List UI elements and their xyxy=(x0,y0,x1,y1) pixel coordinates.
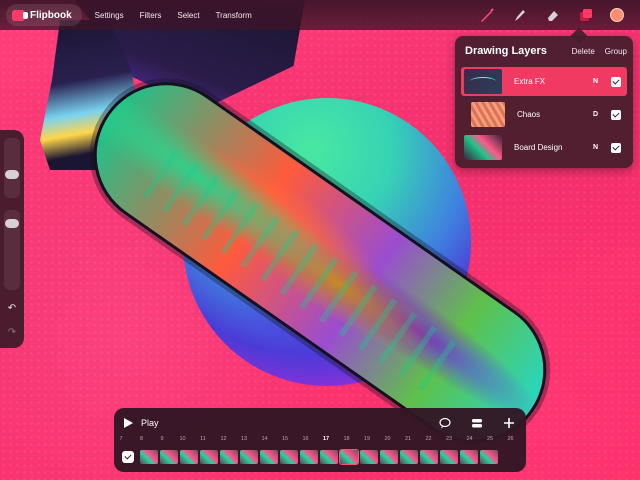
blend-mode-button[interactable]: N xyxy=(593,144,605,151)
play-icon[interactable] xyxy=(124,418,133,428)
timeline-header: Play xyxy=(124,414,516,432)
layer-visibility-checkbox[interactable] xyxy=(611,76,621,87)
onion-skin-checkbox[interactable] xyxy=(122,451,134,463)
smudge-icon[interactable] xyxy=(511,6,529,24)
animation-timeline: Play 7 8 9 10 11 12 13 14 15 16 17 18 19 20 21 22 23 24 25… xyxy=(114,408,526,472)
blend-mode-button[interactable]: D xyxy=(593,111,605,118)
color-swatch[interactable] xyxy=(610,8,624,22)
frame-number: 9 xyxy=(160,436,164,442)
tool-group xyxy=(478,6,624,24)
frame-thumbnail[interactable] xyxy=(300,450,318,464)
delete-layer-button[interactable]: Delete xyxy=(572,47,595,56)
menu-settings[interactable]: Settings xyxy=(95,11,124,20)
layer-name: Board Design xyxy=(514,143,563,152)
layers-header: Drawing Layers Delete Group xyxy=(465,45,627,57)
frame-number: 11 xyxy=(200,436,206,442)
group-layers-button[interactable]: Group xyxy=(605,47,627,56)
frame-number: 22 xyxy=(425,436,432,442)
layer-visibility-checkbox[interactable] xyxy=(611,142,621,153)
frame-thumbnail[interactable] xyxy=(400,450,418,464)
layer-name: Chaos xyxy=(517,110,541,119)
layer-name: Extra FX xyxy=(514,77,546,86)
frame-thumbnail[interactable] xyxy=(480,450,498,464)
frame-options-icon[interactable] xyxy=(470,416,484,430)
brush-opacity-handle[interactable] xyxy=(5,219,19,228)
layers-panel: Drawing Layers Delete Group Extra FX N C… xyxy=(455,36,633,168)
frame-thumbnail[interactable] xyxy=(200,450,218,464)
frame-number: 27 xyxy=(524,436,526,442)
comment-icon[interactable] xyxy=(438,416,452,430)
frame-thumbnail[interactable] xyxy=(320,450,338,464)
frame-number: 19 xyxy=(363,436,371,442)
brush-icon[interactable] xyxy=(478,6,496,24)
layers-icon[interactable] xyxy=(577,6,595,24)
frame-number: 14 xyxy=(261,436,268,442)
frame-number: 24 xyxy=(466,436,473,442)
frame-thumbnail[interactable] xyxy=(339,449,359,465)
layer-thumbnail xyxy=(464,135,502,160)
frame-thumbnail[interactable] xyxy=(180,450,198,464)
layer-thumbnail xyxy=(471,102,505,127)
layers-title: Drawing Layers xyxy=(465,45,547,57)
layer-thumbnail xyxy=(464,69,502,94)
frame-number: 15 xyxy=(281,436,289,442)
layer-visibility-checkbox[interactable] xyxy=(611,109,621,120)
frame-number: 16 xyxy=(302,436,309,442)
frame-thumbnail[interactable] xyxy=(220,450,238,464)
frame-thumbnail[interactable] xyxy=(460,450,478,464)
blend-mode-button[interactable]: N xyxy=(593,78,605,85)
frame-thumbnail[interactable] xyxy=(380,450,398,464)
frame-thumbnail[interactable] xyxy=(240,450,258,464)
menu-filters[interactable]: Filters xyxy=(140,11,162,20)
frame-number: 18 xyxy=(343,436,350,442)
app-menu-button[interactable]: Flipbook xyxy=(6,4,82,26)
top-toolbar: Flipbook Settings Filters Select Transfo… xyxy=(0,0,640,30)
frame-number: 8 xyxy=(139,436,144,442)
frame-number: 10 xyxy=(179,436,186,442)
menu-select[interactable]: Select xyxy=(177,11,199,20)
frame-number: 26 xyxy=(507,436,514,442)
layer-row[interactable]: Extra FX N xyxy=(461,67,627,96)
frame-thumbnail[interactable] xyxy=(360,450,378,464)
app-name: Flipbook xyxy=(30,9,72,21)
add-frame-icon[interactable] xyxy=(502,416,516,430)
menu-transform[interactable]: Transform xyxy=(216,11,252,20)
top-menu: Settings Filters Select Transform xyxy=(95,11,252,20)
frame-thumbnail[interactable] xyxy=(260,450,278,464)
frame-number: 17 xyxy=(322,436,330,442)
frame-number: 7 xyxy=(119,436,123,442)
brush-size-slider[interactable] xyxy=(4,138,20,198)
frame-strip[interactable] xyxy=(140,449,498,466)
redo-icon[interactable]: ↷ xyxy=(5,326,19,340)
brush-size-handle[interactable] xyxy=(5,170,19,179)
brush-settings-rail: ↶ ↷ xyxy=(0,130,24,348)
undo-icon[interactable]: ↶ xyxy=(5,302,19,316)
layer-row[interactable]: Board Design N xyxy=(461,133,627,162)
frame-thumbnail[interactable] xyxy=(160,450,178,464)
frame-thumbnail[interactable] xyxy=(420,450,438,464)
flipbook-logo-icon xyxy=(12,9,28,21)
frame-number: 21 xyxy=(404,436,412,442)
frame-number: 20 xyxy=(384,436,391,442)
layer-row[interactable]: Chaos D xyxy=(461,100,627,129)
frame-number: 23 xyxy=(445,436,453,442)
frame-number: 25 xyxy=(486,436,494,442)
frame-ruler[interactable]: 7 8 9 10 11 12 13 14 15 16 17 18 19 20 21 22 23 24 25 26 27 xyxy=(114,435,526,445)
frame-thumbnail[interactable] xyxy=(140,450,158,464)
frame-thumbnail[interactable] xyxy=(440,450,458,464)
frame-thumbnail[interactable] xyxy=(280,450,298,464)
frame-number: 12 xyxy=(220,436,227,442)
frame-number: 13 xyxy=(240,436,248,442)
eraser-icon[interactable] xyxy=(544,6,562,24)
play-button-label[interactable]: Play xyxy=(141,418,420,428)
